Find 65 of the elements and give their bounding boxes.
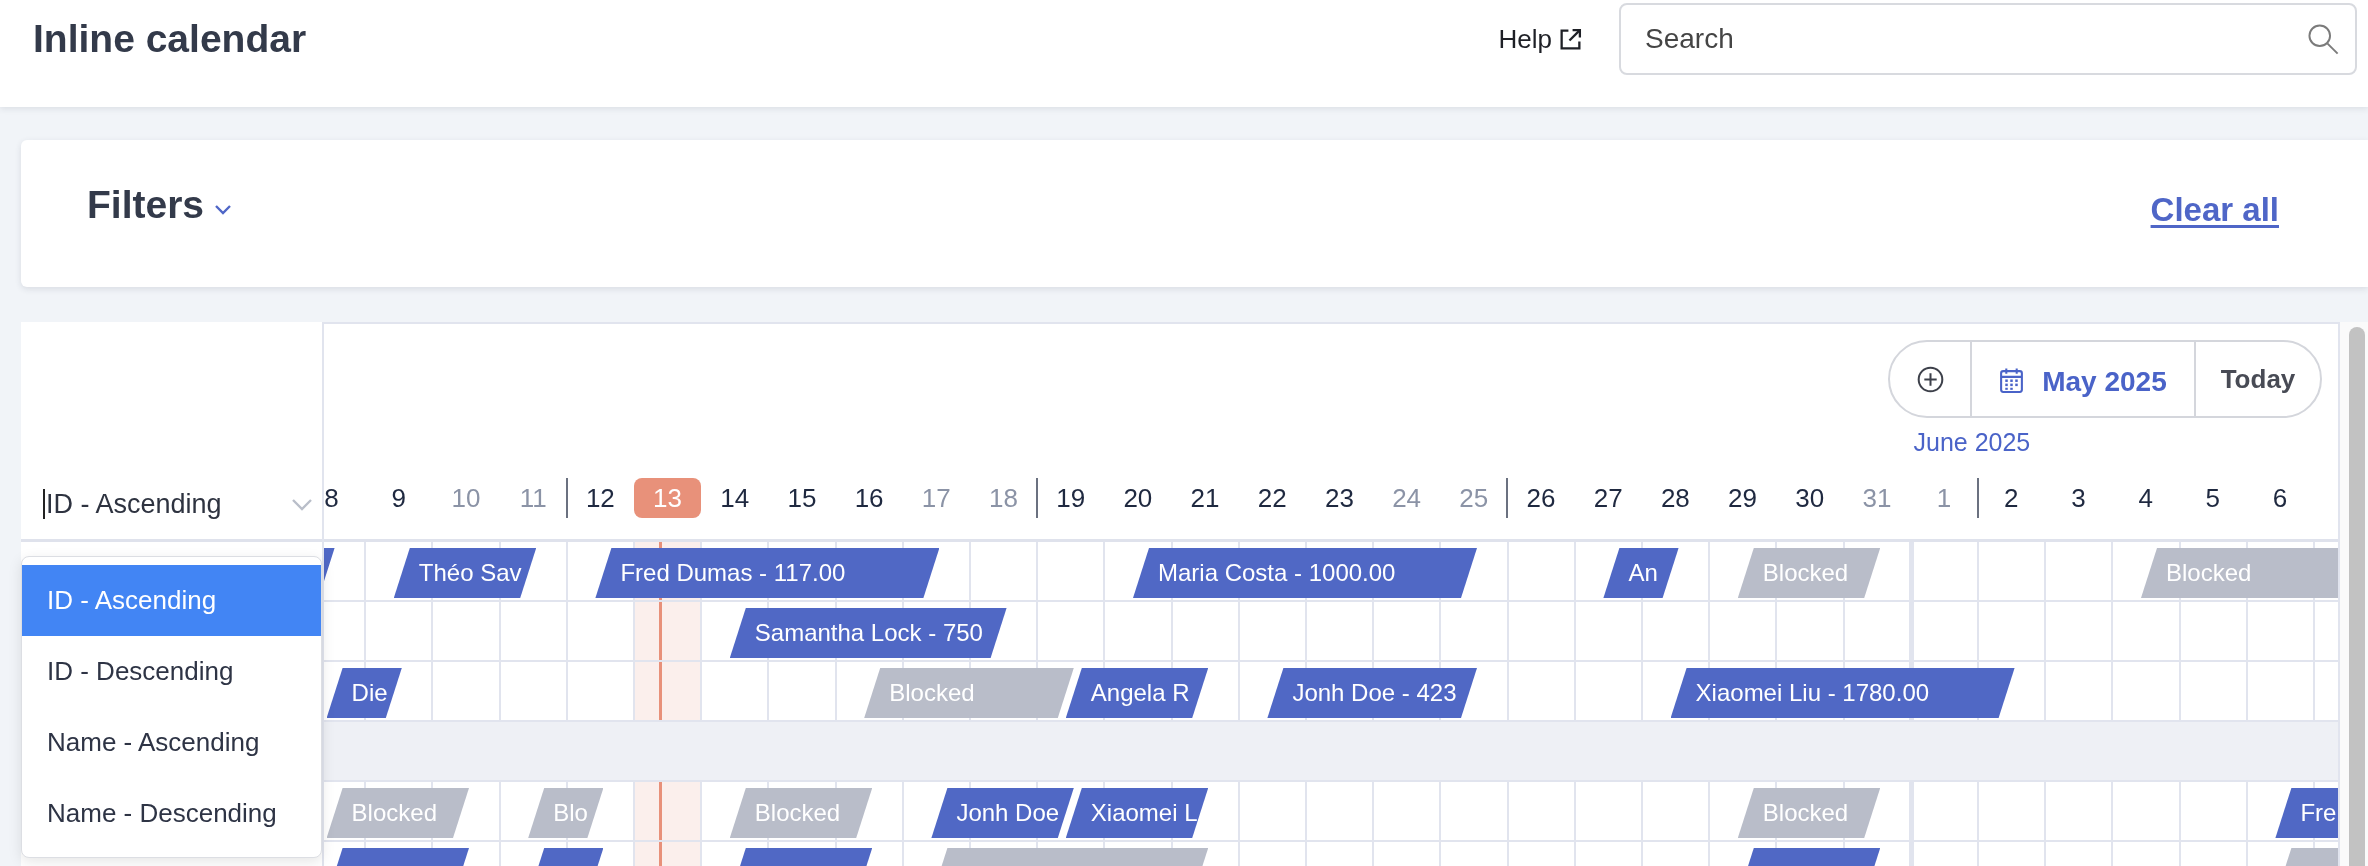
day-number: 19 — [1056, 482, 1086, 515]
day-number: 2 — [2004, 482, 2019, 515]
week-divider — [1506, 478, 1509, 518]
day-number: 11 — [519, 482, 547, 515]
scrollbar-thumb[interactable] — [2349, 327, 2365, 866]
booking-bar[interactable]: Die — [326, 668, 402, 718]
filters-toggle[interactable]: Filters — [87, 182, 233, 227]
sort-select[interactable]: ID - Ascending — [21, 469, 322, 539]
day-number: 25 — [1459, 482, 1489, 515]
help-link[interactable]: Help — [1498, 23, 1583, 55]
day-number: 8 — [324, 482, 339, 515]
day-number: 31 — [1862, 482, 1892, 515]
booking-bar[interactable]: An — [1603, 548, 1679, 598]
day-number: 28 — [1660, 482, 1690, 515]
today-date-badge: 13 — [633, 478, 702, 518]
month-label: June 2025 — [1913, 427, 2031, 457]
day-number: 23 — [1324, 482, 1354, 515]
today-button[interactable]: Today — [2196, 342, 2320, 416]
day-number: 10 — [451, 482, 481, 515]
day-number: 17 — [921, 482, 951, 515]
day-number: 24 — [1392, 482, 1422, 515]
day-number: 12 — [585, 482, 615, 515]
day-number: 29 — [1728, 482, 1757, 515]
sort-option[interactable]: Name - Ascending — [22, 707, 321, 778]
search-icon — [2306, 22, 2339, 55]
external-link-icon — [1558, 26, 1583, 52]
month-picker-button[interactable]: May 2025 — [1972, 342, 2196, 416]
booking-bar[interactable]: Xiaomei L — [1065, 788, 1209, 838]
day-number: 26 — [1526, 482, 1556, 515]
chevron-down-icon — [291, 497, 313, 511]
booking-bar[interactable]: Samantha Lock - 750 — [729, 608, 1007, 658]
week-divider — [1976, 478, 1979, 518]
page-title: Inline calendar — [33, 17, 307, 61]
day-number: 1 — [1936, 482, 1952, 515]
day-number: 30 — [1795, 482, 1825, 515]
week-divider — [565, 478, 568, 518]
day-number: 27 — [1593, 482, 1623, 515]
booking-bar[interactable]: Angela R — [1065, 668, 1209, 718]
sort-option[interactable]: Name - Descending — [22, 778, 321, 849]
day-number: 14 — [720, 482, 750, 515]
day-number: 21 — [1190, 482, 1220, 515]
sort-option[interactable]: ID - Descending — [22, 636, 321, 707]
day-number: 16 — [854, 482, 884, 515]
day-number: 4 — [2138, 482, 2153, 515]
booking-bar[interactable]: Fre — [2275, 788, 2338, 838]
day-number: 20 — [1123, 482, 1153, 515]
clear-all-link[interactable]: Clear all — [2150, 190, 2279, 229]
day-number: 15 — [787, 482, 817, 515]
sort-option[interactable]: ID - Ascending — [22, 565, 321, 636]
day-number: 22 — [1257, 482, 1287, 515]
search-field[interactable]: Search — [1619, 3, 2357, 75]
booking-bar[interactable]: Jonh Doe - 423 — [1267, 668, 1477, 718]
day-number: 5 — [2205, 482, 2221, 515]
day-number: 9 — [391, 482, 406, 515]
day-number: 6 — [2272, 482, 2288, 515]
booking-bar[interactable]: Maria Costa - 1000.00 — [1133, 548, 1477, 598]
day-number: 18 — [989, 482, 1018, 515]
day-number: 3 — [2071, 482, 2086, 515]
week-divider — [1036, 478, 1039, 518]
booking-bar[interactable]: Xiaomei Liu - 1780.00 — [1670, 668, 2015, 718]
booking-bar[interactable]: Jonh Doe — [931, 788, 1074, 838]
booking-bar[interactable]: Fred Dumas - 117.00 — [595, 548, 940, 598]
plus-circle-icon — [1916, 365, 1944, 393]
booking-bar[interactable]: Théo Sav — [393, 548, 537, 598]
calendar-icon — [1999, 366, 2025, 394]
